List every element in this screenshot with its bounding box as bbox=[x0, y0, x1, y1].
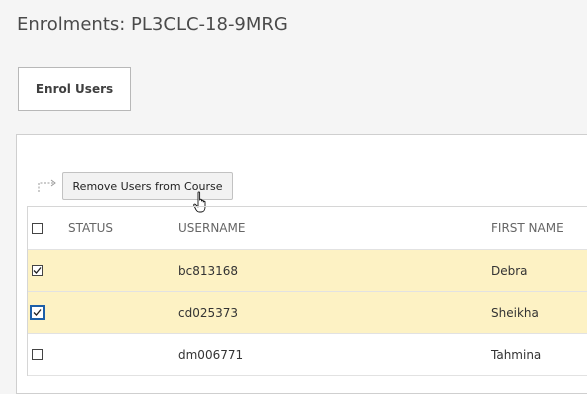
table-header-row: STATUS USERNAME FIRST NAME bbox=[28, 207, 587, 250]
row-first-name: Sheikha bbox=[491, 305, 539, 320]
column-header-username[interactable]: USERNAME bbox=[178, 207, 245, 249]
row-username: bc813168 bbox=[178, 263, 239, 278]
table-row[interactable]: cd025373 Sheikha bbox=[28, 292, 587, 334]
row-checkbox[interactable] bbox=[32, 265, 43, 276]
column-header-first-name[interactable]: FIRST NAME bbox=[491, 207, 564, 249]
users-table: STATUS USERNAME FIRST NAME bc813168 Debra… bbox=[27, 206, 587, 376]
enrol-users-button[interactable]: Enrol Users bbox=[18, 67, 131, 111]
checkmark-icon bbox=[33, 267, 42, 274]
page-title: Enrolments: PL3CLC-18-9MRG bbox=[17, 14, 288, 35]
table-row[interactable]: bc813168 Debra bbox=[28, 250, 587, 292]
row-username: dm006771 bbox=[178, 347, 244, 362]
row-first-name: Tahmina bbox=[491, 347, 542, 362]
table-row[interactable]: dm006771 Tahmina bbox=[28, 334, 587, 376]
select-all-checkbox[interactable] bbox=[32, 222, 43, 234]
row-checkbox[interactable] bbox=[30, 305, 45, 320]
checkmark-icon bbox=[33, 309, 42, 316]
bulk-action-arrow-icon bbox=[38, 179, 56, 192]
enrolments-panel: Remove Users from Course STATUS USERNAME… bbox=[16, 134, 587, 394]
row-first-name: Debra bbox=[491, 263, 528, 278]
row-username: cd025373 bbox=[178, 305, 239, 320]
row-checkbox[interactable] bbox=[32, 349, 43, 360]
column-header-status[interactable]: STATUS bbox=[68, 207, 113, 249]
